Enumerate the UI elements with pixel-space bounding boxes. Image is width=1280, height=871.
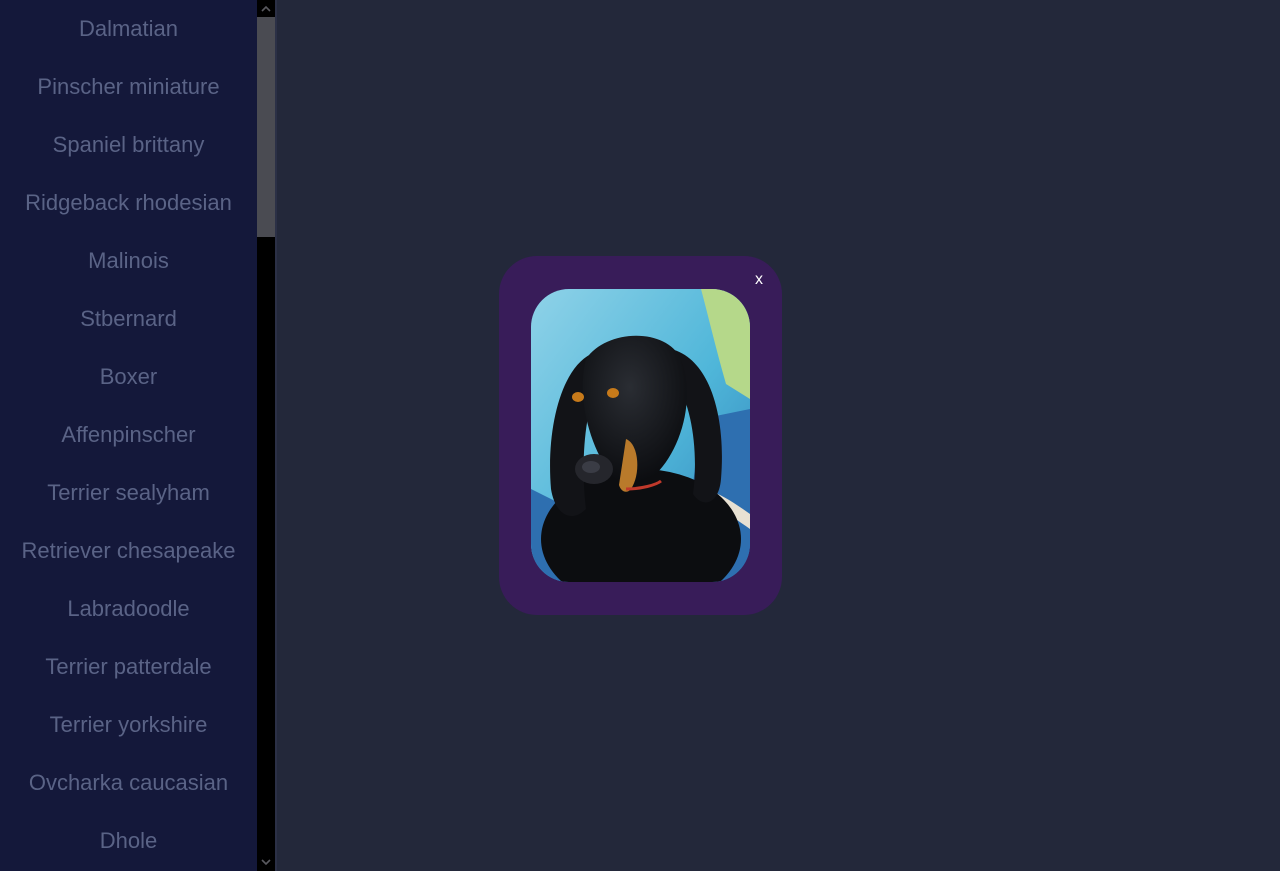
breed-item-terrier-sealyham[interactable]: Terrier sealyham [0,464,257,522]
breed-item-terrier-yorkshire[interactable]: Terrier yorkshire [0,696,257,754]
scrollbar-thumb[interactable] [257,17,275,237]
breed-item-dalmatian[interactable]: Dalmatian [0,0,257,58]
breed-item-labradoodle[interactable]: Labradoodle [0,580,257,638]
app-root: Dalmatian Pinscher miniature Spaniel bri… [0,0,1280,871]
breed-sidebar[interactable]: Dalmatian Pinscher miniature Spaniel bri… [0,0,257,871]
sidebar-scrollbar[interactable] [257,0,275,871]
hound-photo-illustration [531,289,750,582]
breed-item-dhole[interactable]: Dhole [0,812,257,870]
breed-item-retriever-chesapeake[interactable]: Retriever chesapeake [0,522,257,580]
breed-item-stbernard[interactable]: Stbernard [0,290,257,348]
breed-item-affenpinscher[interactable]: Affenpinscher [0,406,257,464]
breed-item-pinscher-miniature[interactable]: Pinscher miniature [0,58,257,116]
breed-item-spaniel-brittany[interactable]: Spaniel brittany [0,116,257,174]
sidebar-divider [275,0,277,871]
scroll-down-arrow-icon[interactable] [257,854,275,871]
breed-item-ovcharka-caucasian[interactable]: Ovcharka caucasian [0,754,257,812]
close-modal-button[interactable]: x [751,270,767,290]
breed-item-malinois[interactable]: Malinois [0,232,257,290]
dog-image-modal: x [499,256,782,615]
dog-photo [531,289,750,582]
breed-item-terrier-patterdale[interactable]: Terrier patterdale [0,638,257,696]
breed-list: Dalmatian Pinscher miniature Spaniel bri… [0,0,257,870]
breed-item-boxer[interactable]: Boxer [0,348,257,406]
scroll-up-arrow-icon[interactable] [257,0,275,17]
breed-item-ridgeback-rhodesian[interactable]: Ridgeback rhodesian [0,174,257,232]
